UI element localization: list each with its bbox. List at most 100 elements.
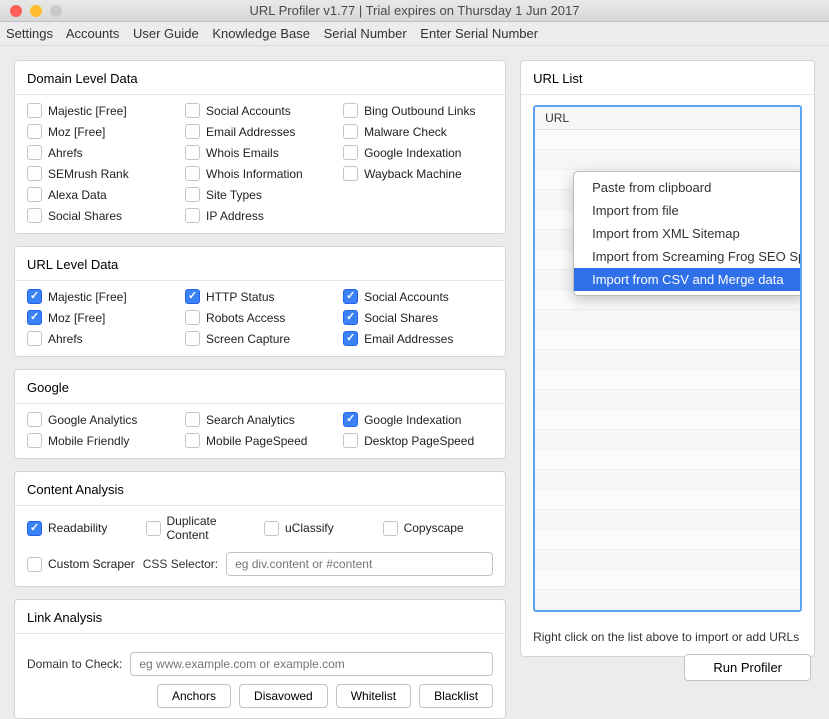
checkbox-icon: [185, 145, 200, 160]
url-list-column[interactable]: URL: [535, 107, 800, 130]
domain-checkbox-15[interactable]: Social Shares: [27, 208, 177, 223]
checkbox-label: Wayback Machine: [364, 167, 462, 181]
google-checkbox-3[interactable]: Mobile Friendly: [27, 433, 177, 448]
link-button-anchors[interactable]: Anchors: [157, 684, 231, 708]
domain-to-check-label: Domain to Check:: [27, 657, 122, 671]
url-row[interactable]: [535, 390, 800, 410]
menu-accounts[interactable]: Accounts: [66, 26, 119, 41]
url-row[interactable]: [535, 450, 800, 470]
domain-checkbox-7[interactable]: Whois Emails: [185, 145, 335, 160]
maximize-button[interactable]: [50, 5, 62, 17]
google-checkbox-4[interactable]: Mobile PageSpeed: [185, 433, 335, 448]
content-checkbox-3[interactable]: Copyscape: [383, 514, 494, 542]
checkbox-label: Malware Check: [364, 125, 447, 139]
checkbox-label: Email Addresses: [206, 125, 295, 139]
domain-checkbox-2[interactable]: Bing Outbound Links: [343, 103, 493, 118]
url-row[interactable]: [535, 330, 800, 350]
url-row[interactable]: [535, 350, 800, 370]
content-checkbox-1[interactable]: Duplicate Content: [146, 514, 257, 542]
checkbox-icon: [343, 310, 358, 325]
context-menu-item-2[interactable]: Import from XML Sitemap: [574, 222, 802, 245]
google-checkbox-2[interactable]: Google Indexation: [343, 412, 493, 427]
link-button-blacklist[interactable]: Blacklist: [419, 684, 493, 708]
url-checkbox-0[interactable]: Majestic [Free]: [27, 289, 177, 304]
checkbox-icon: [27, 208, 42, 223]
url-row[interactable]: [535, 370, 800, 390]
domain-checkbox-11[interactable]: Wayback Machine: [343, 166, 493, 181]
menu-enter-serial-number[interactable]: Enter Serial Number: [420, 26, 538, 41]
domain-checkbox-5[interactable]: Malware Check: [343, 124, 493, 139]
domain-checkbox-0[interactable]: Majestic [Free]: [27, 103, 177, 118]
checkbox-label: Duplicate Content: [167, 514, 257, 542]
google-checkbox-1[interactable]: Search Analytics: [185, 412, 335, 427]
google-checkbox-5[interactable]: Desktop PageSpeed: [343, 433, 493, 448]
url-row[interactable]: [535, 530, 800, 550]
url-checkbox-7[interactable]: Screen Capture: [185, 331, 335, 346]
link-button-disavowed[interactable]: Disavowed: [239, 684, 328, 708]
checkbox-label: Readability: [48, 521, 107, 535]
checkbox-icon: [146, 521, 161, 536]
context-menu-item-3[interactable]: Import from Screaming Frog SEO Spider: [574, 245, 802, 268]
google-checkbox-0[interactable]: Google Analytics: [27, 412, 177, 427]
checkbox-icon: [343, 145, 358, 160]
url-checkbox-4[interactable]: Robots Access: [185, 310, 335, 325]
url-row[interactable]: [535, 150, 800, 170]
link-button-whitelist[interactable]: Whitelist: [336, 684, 411, 708]
checkbox-icon: [27, 166, 42, 181]
url-checkbox-2[interactable]: Social Accounts: [343, 289, 493, 304]
checkbox-icon: [343, 103, 358, 118]
domain-checkbox-13[interactable]: Site Types: [185, 187, 335, 202]
context-menu-item-1[interactable]: Import from file: [574, 199, 802, 222]
content-checkbox-2[interactable]: uClassify: [264, 514, 375, 542]
url-checkbox-5[interactable]: Social Shares: [343, 310, 493, 325]
url-checkbox-3[interactable]: Moz [Free]: [27, 310, 177, 325]
domain-checkbox-1[interactable]: Social Accounts: [185, 103, 335, 118]
checkbox-icon: [27, 145, 42, 160]
css-selector-input[interactable]: [226, 552, 493, 576]
url-checkbox-6[interactable]: Ahrefs: [27, 331, 177, 346]
checkbox-label: Desktop PageSpeed: [364, 434, 474, 448]
url-row[interactable]: [535, 130, 800, 150]
url-row[interactable]: [535, 570, 800, 590]
checkbox-icon: [27, 433, 42, 448]
domain-checkbox-9[interactable]: SEMrush Rank: [27, 166, 177, 181]
context-menu-item-4[interactable]: Import from CSV and Merge data: [574, 268, 802, 291]
url-checkbox-1[interactable]: HTTP Status: [185, 289, 335, 304]
checkbox-label: Bing Outbound Links: [364, 104, 475, 118]
url-checkbox-8[interactable]: Email Addresses: [343, 331, 493, 346]
url-row[interactable]: [535, 510, 800, 530]
menu-settings[interactable]: Settings: [6, 26, 53, 41]
url-list[interactable]: URL Paste from clipboardImport from file…: [533, 105, 802, 612]
url-row[interactable]: [535, 550, 800, 570]
checkbox-label: Copyscape: [404, 521, 464, 535]
context-menu-item-0[interactable]: Paste from clipboard: [574, 176, 802, 199]
domain-checkbox-10[interactable]: Whois Information: [185, 166, 335, 181]
url-row[interactable]: [535, 410, 800, 430]
custom-scraper-checkbox[interactable]: Custom Scraper: [27, 557, 135, 572]
checkbox-icon: [27, 331, 42, 346]
domain-to-check-input[interactable]: [130, 652, 493, 676]
close-button[interactable]: [10, 5, 22, 17]
menu-user-guide[interactable]: User Guide: [133, 26, 199, 41]
checkbox-icon: [343, 331, 358, 346]
run-profiler-button[interactable]: Run Profiler: [684, 654, 811, 681]
url-list-title: URL List: [521, 61, 814, 95]
url-row[interactable]: [535, 310, 800, 330]
menu-serial-number[interactable]: Serial Number: [324, 26, 407, 41]
menu-knowledge-base[interactable]: Knowledge Base: [212, 26, 310, 41]
domain-checkbox-4[interactable]: Email Addresses: [185, 124, 335, 139]
content-checkbox-0[interactable]: Readability: [27, 514, 138, 542]
url-row[interactable]: [535, 490, 800, 510]
domain-checkbox-16[interactable]: IP Address: [185, 208, 335, 223]
checkbox-icon: [185, 331, 200, 346]
domain-checkbox-12[interactable]: Alexa Data: [27, 187, 177, 202]
domain-checkbox-6[interactable]: Ahrefs: [27, 145, 177, 160]
domain-checkbox-3[interactable]: Moz [Free]: [27, 124, 177, 139]
checkbox-icon: [27, 310, 42, 325]
domain-checkbox-8[interactable]: Google Indexation: [343, 145, 493, 160]
minimize-button[interactable]: [30, 5, 42, 17]
url-row[interactable]: [535, 430, 800, 450]
url-row[interactable]: [535, 590, 800, 610]
checkbox-label: Social Accounts: [206, 104, 291, 118]
url-row[interactable]: [535, 470, 800, 490]
